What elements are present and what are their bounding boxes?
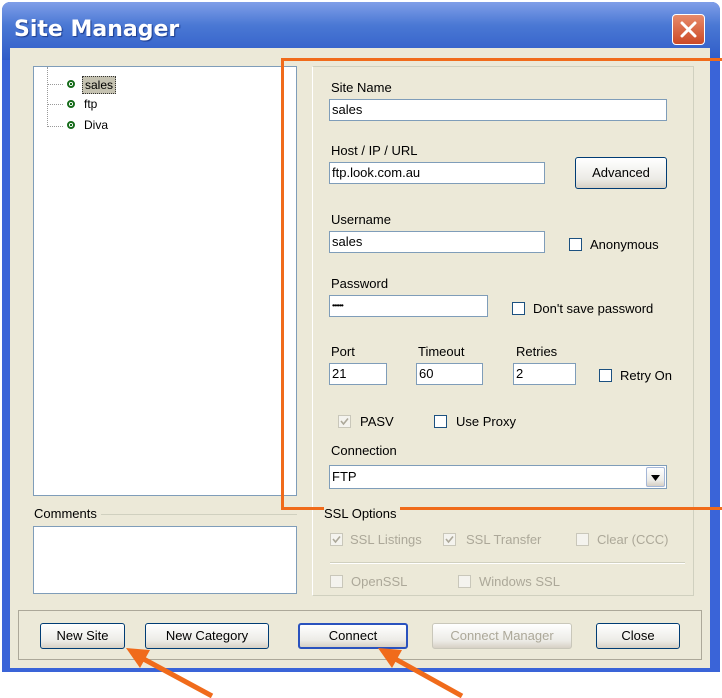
tree-item-sales[interactable]: sales <box>82 76 117 94</box>
ssl-transfer-checkbox[interactable] <box>443 533 456 546</box>
openssl-checkbox[interactable] <box>330 575 343 588</box>
tree-item-diva[interactable]: Diva <box>84 117 108 133</box>
highlight-box <box>281 58 722 510</box>
close-icon <box>680 21 697 38</box>
ssl-options-label: SSL Options <box>324 506 400 522</box>
annotation-arrows <box>126 648 464 698</box>
tree-item-ftp[interactable]: ftp <box>84 96 97 112</box>
close-window-button[interactable] <box>672 14 705 45</box>
clear-ccc-label: Clear (CCC) <box>597 532 669 547</box>
comments-divider <box>97 514 297 515</box>
site-node-icon <box>67 100 75 108</box>
site-node-icon <box>67 80 75 88</box>
windows-ssl-label: Windows SSL <box>479 574 560 589</box>
window-title: Site Manager <box>14 17 180 42</box>
clear-ccc-checkbox[interactable] <box>576 533 589 546</box>
checkmark-icon <box>445 535 454 544</box>
ssl-transfer-label: SSL Transfer <box>466 532 542 547</box>
site-tree[interactable]: sales ftp Diva <box>33 66 297 496</box>
comments-textarea[interactable] <box>33 526 297 594</box>
windows-ssl-checkbox[interactable] <box>458 575 471 588</box>
ssl-listings-label: SSL Listings <box>350 532 422 547</box>
ssl-divider <box>330 562 685 564</box>
checkmark-icon <box>332 535 341 544</box>
close-button[interactable]: Close <box>596 623 680 649</box>
arrow-to-new-site <box>126 648 214 698</box>
arrow-to-connect <box>378 648 464 698</box>
site-node-icon <box>67 121 75 129</box>
openssl-label: OpenSSL <box>351 574 408 589</box>
close-label: Close <box>621 628 655 643</box>
ssl-listings-checkbox[interactable] <box>330 533 343 546</box>
comments-label: Comments <box>34 506 101 522</box>
